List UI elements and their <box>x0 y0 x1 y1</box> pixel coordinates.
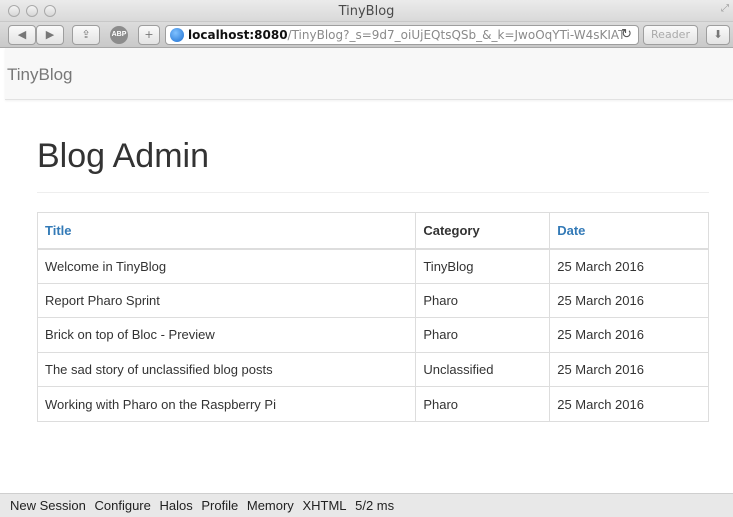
reader-button[interactable]: Reader <box>643 25 698 45</box>
post-title-cell: Working with Pharo on the Raspberry Pi <box>36 386 417 422</box>
post-date-cell: 25 March 2016 <box>549 351 709 388</box>
render-time: 5/2 ms <box>355 498 395 513</box>
title-divider <box>37 192 709 193</box>
post-category-cell: Pharo <box>415 282 551 319</box>
globe-icon <box>170 28 184 42</box>
address-bar[interactable]: localhost:8080/TinyBlog?_s=9d7_oiUjEQtsQ… <box>165 25 639 45</box>
post-category-cell: Pharo <box>415 386 551 422</box>
configure-link[interactable]: Configure <box>95 498 151 513</box>
page-title: Blog Admin <box>37 137 209 175</box>
table-row: Working with Pharo on the Raspberry Pi P… <box>36 386 709 422</box>
halos-link[interactable]: Halos <box>160 498 193 513</box>
post-date-cell: 25 March 2016 <box>549 386 709 422</box>
post-date-cell: 25 March 2016 <box>549 282 709 319</box>
table-row: Report Pharo Sprint Pharo 25 March 2016 <box>36 282 709 319</box>
new-session-link[interactable]: New Session <box>10 498 86 513</box>
memory-link[interactable]: Memory <box>247 498 294 513</box>
table-row: Brick on top of Bloc - Preview Pharo 25 … <box>36 317 709 353</box>
forward-button[interactable]: ▶ <box>36 25 64 45</box>
window-titlebar: TinyBlog ⤢ <box>0 0 733 22</box>
table-row: The sad story of unclassified blog posts… <box>36 351 709 388</box>
reload-icon[interactable]: ↻ <box>621 26 632 44</box>
url-text: localhost:8080/TinyBlog?_s=9d7_oiUjEQtsQ… <box>188 26 626 44</box>
url-host: localhost:8080 <box>188 28 288 42</box>
new-tab-button[interactable]: + <box>138 25 160 45</box>
xhtml-link[interactable]: XHTML <box>302 498 346 513</box>
window-title: TinyBlog <box>338 4 395 19</box>
post-category-cell: TinyBlog <box>415 248 551 284</box>
forward-arrow-icon: ▶ <box>45 28 55 41</box>
browser-toolbar: ◀ ▶ ⇪ ABP + localhost:8080/TinyBlog?_s=9… <box>0 22 733 48</box>
navbar-brand[interactable]: TinyBlog <box>7 65 73 85</box>
table-header-row: Title Category Date <box>36 212 709 250</box>
back-arrow-icon: ◀ <box>17 28 27 41</box>
fullscreen-icon[interactable]: ⤢ <box>721 3 729 14</box>
post-date-cell: 25 March 2016 <box>549 248 709 284</box>
post-category-cell: Unclassified <box>415 351 551 388</box>
navbar: TinyBlog <box>5 48 733 100</box>
profile-link[interactable]: Profile <box>201 498 238 513</box>
posts-table: Title Category Date Welcome in TinyBlog … <box>36 212 709 422</box>
post-title-cell: Brick on top of Bloc - Preview <box>36 317 417 353</box>
plus-icon: + <box>144 28 154 41</box>
url-path: /TinyBlog?_s=9d7_oiUjEQtsQSb_&_k=JwoOqYT… <box>287 28 626 42</box>
post-title-cell: The sad story of unclassified blog posts <box>36 351 417 388</box>
column-header-title[interactable]: Title <box>36 212 417 250</box>
post-title-cell: Welcome in TinyBlog <box>36 248 417 284</box>
dev-toolbar: New Session Configure Halos Profile Memo… <box>0 493 733 517</box>
table-row: Welcome in TinyBlog TinyBlog 25 March 20… <box>36 248 709 284</box>
downloads-button[interactable]: ⬇ <box>706 25 730 45</box>
share-icon: ⇪ <box>81 28 91 41</box>
download-icon: ⬇ <box>713 28 723 41</box>
adblock-icon[interactable]: ABP <box>110 26 128 44</box>
post-date-cell: 25 March 2016 <box>549 317 709 353</box>
column-header-date[interactable]: Date <box>549 212 709 250</box>
post-category-cell: Pharo <box>415 317 551 353</box>
share-button[interactable]: ⇪ <box>72 25 100 45</box>
column-header-category: Category <box>415 212 551 250</box>
back-button[interactable]: ◀ <box>8 25 36 45</box>
post-title-cell: Report Pharo Sprint <box>36 282 417 319</box>
